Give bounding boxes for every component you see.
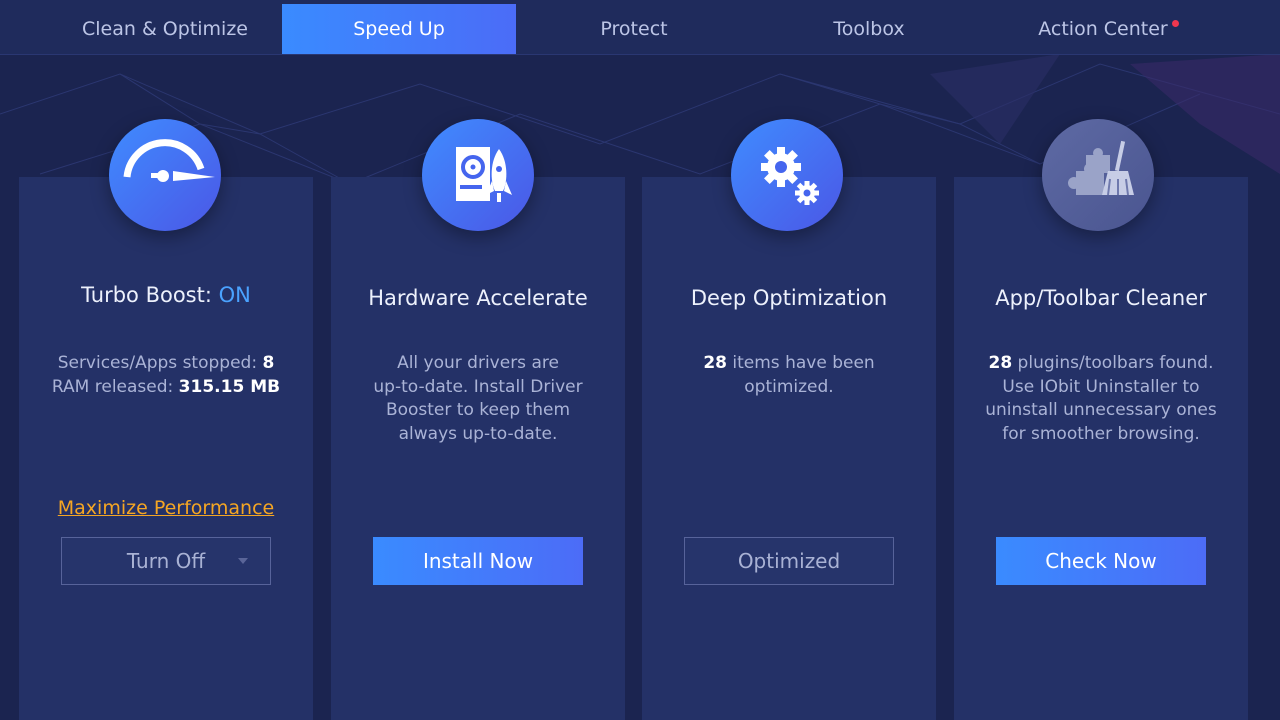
card-app-toolbar-cleaner bbox=[954, 177, 1248, 720]
card-title-deep-optimization: Deep Optimization bbox=[690, 286, 888, 310]
ram-released-label: RAM released: bbox=[51, 376, 179, 397]
desc-line: items have been bbox=[727, 353, 875, 373]
services-stopped-label: Services/Apps stopped: bbox=[57, 353, 263, 373]
turbo-boost-status: ON bbox=[218, 283, 251, 307]
card-desc-deep-optimization: 28 items have been optimized. bbox=[642, 352, 936, 399]
turbo-boost-label: Turbo Boost: bbox=[81, 283, 219, 307]
ram-released-value: 315.15 MB bbox=[178, 376, 281, 397]
plugins-count: 28 bbox=[988, 353, 1013, 373]
desc-line: uninstall unnecessary ones bbox=[985, 400, 1217, 420]
desc-line: optimized. bbox=[744, 376, 834, 397]
install-now-button[interactable]: Install Now bbox=[373, 537, 583, 585]
desc-line: up-to-date. Install Driver bbox=[373, 376, 583, 397]
notification-dot bbox=[1172, 20, 1179, 27]
card-title-turbo-boost: Turbo Boost: ON bbox=[19, 283, 313, 307]
desc-line: All your drivers are bbox=[397, 353, 559, 373]
optimized-count: 28 bbox=[703, 353, 727, 373]
tab-clean-optimize[interactable]: Clean & Optimize bbox=[48, 4, 282, 54]
turn-off-dropdown[interactable]: Turn Off bbox=[61, 537, 271, 585]
tab-action-center[interactable]: Action Center bbox=[986, 4, 1220, 54]
desc-line: for smoother browsing. bbox=[1002, 423, 1200, 444]
gears-icon bbox=[731, 119, 843, 231]
speedometer-icon bbox=[109, 119, 221, 231]
card-title-hardware-accelerate: Hardware Accelerate bbox=[368, 286, 588, 310]
desc-line: plugins/toolbars found. bbox=[1012, 353, 1214, 373]
card-turbo-boost bbox=[19, 177, 313, 720]
desc-line: always up-to-date. bbox=[398, 423, 558, 444]
check-now-button[interactable]: Check Now bbox=[996, 537, 1206, 585]
hardware-rocket-icon bbox=[422, 119, 534, 231]
tab-speed-up[interactable]: Speed Up bbox=[282, 4, 516, 54]
card-deep-optimization bbox=[642, 177, 936, 720]
main-tab-bar: Clean & Optimize Speed Up Protect Toolbo… bbox=[0, 0, 1280, 55]
card-hardware-accelerate bbox=[331, 177, 625, 720]
puzzle-broom-icon bbox=[1042, 119, 1154, 231]
services-stopped-value: 8 bbox=[262, 353, 275, 373]
card-desc-turbo-boost: Services/Apps stopped: 8 RAM released: 3… bbox=[19, 352, 313, 399]
desc-line: Booster to keep them bbox=[385, 400, 571, 420]
card-title-app-toolbar-cleaner: App/Toolbar Cleaner bbox=[995, 286, 1207, 310]
chevron-down-icon bbox=[238, 558, 248, 564]
card-desc-hardware-accelerate: All your drivers are up-to-date. Install… bbox=[331, 352, 625, 446]
tab-toolbox[interactable]: Toolbox bbox=[752, 4, 986, 54]
turn-off-label: Turn Off bbox=[126, 549, 206, 573]
optimized-button[interactable]: Optimized bbox=[684, 537, 894, 585]
tab-protect[interactable]: Protect bbox=[517, 4, 751, 54]
desc-line: Use IObit Uninstaller to bbox=[1002, 376, 1200, 397]
card-desc-app-toolbar-cleaner: 28 plugins/toolbars found. Use IObit Uni… bbox=[954, 352, 1248, 446]
maximize-performance-link[interactable]: Maximize Performance bbox=[19, 497, 313, 519]
